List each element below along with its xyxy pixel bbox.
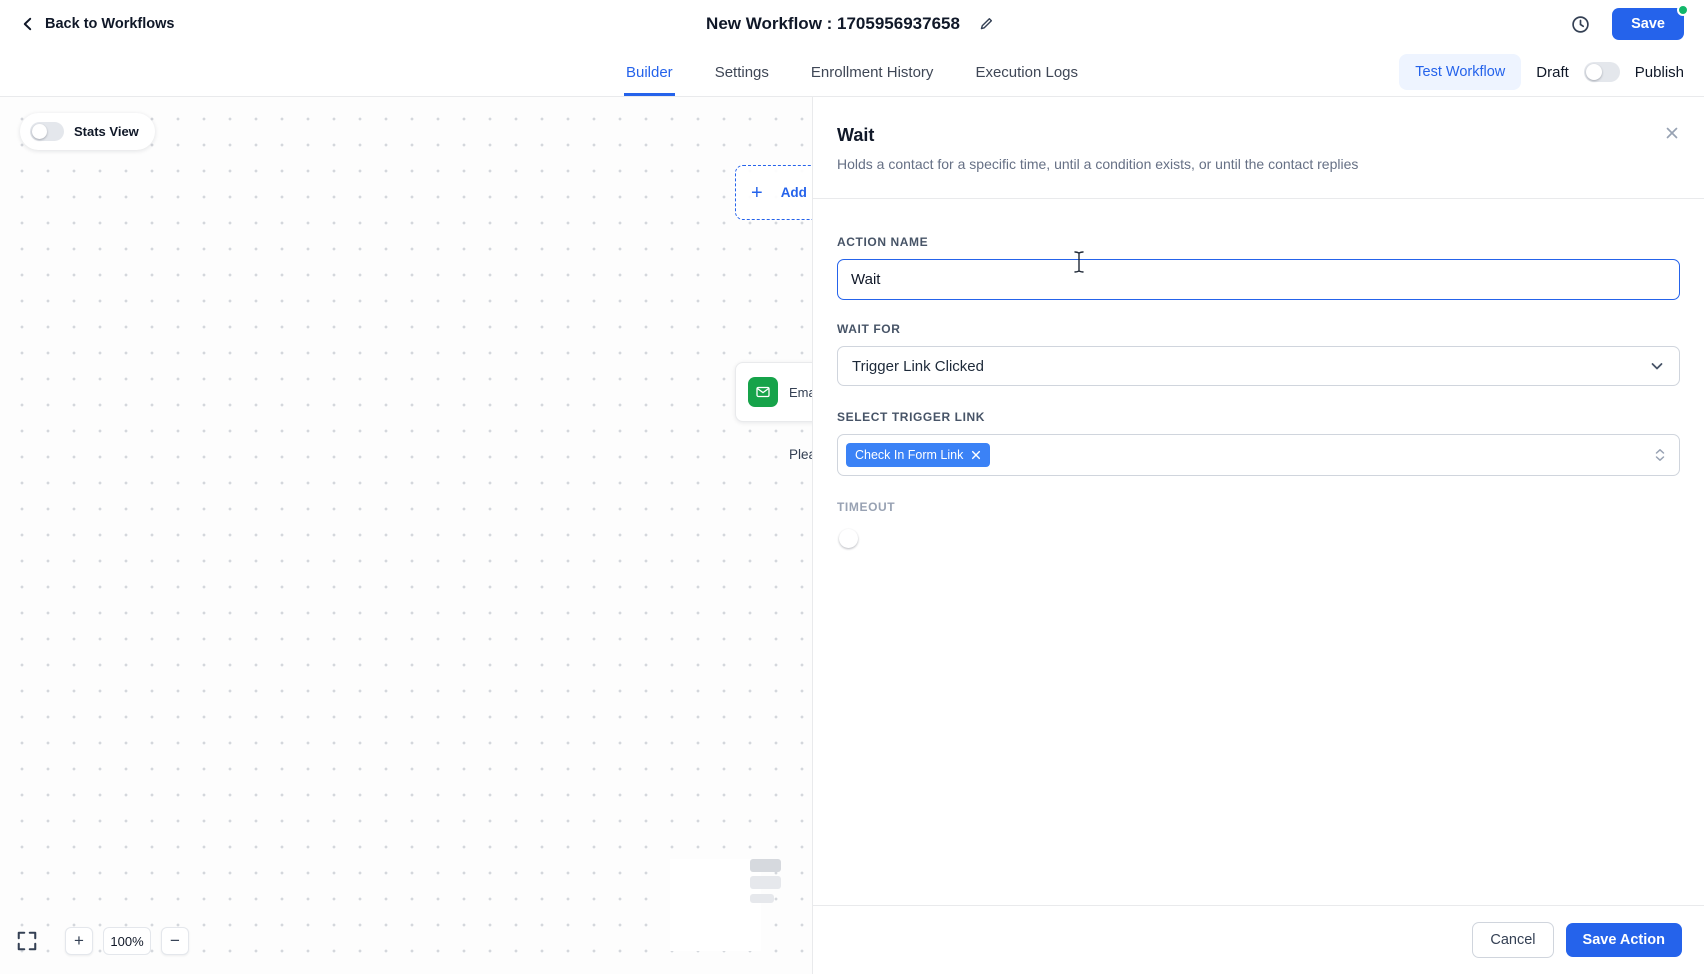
timeout-field: TIMEOUT <box>837 500 1680 514</box>
panel-header: Wait Holds a contact for a specific time… <box>813 97 1704 199</box>
action-name-input[interactable] <box>837 259 1680 300</box>
placeholder-bar <box>750 859 781 872</box>
zoom-level: 100% <box>103 927 151 955</box>
fit-screen-icon <box>16 930 42 952</box>
stats-view-toggle-knob <box>32 124 47 139</box>
panel-description: Holds a contact for a specific time, unt… <box>837 156 1680 172</box>
zoom-in-button[interactable]: + <box>65 927 93 955</box>
email-action-node[interactable]: Ema <box>735 362 812 422</box>
trigger-link-tag-label: Check In Form Link <box>855 448 963 462</box>
tab-enrollment-history[interactable]: Enrollment History <box>809 48 936 96</box>
publish-toggle[interactable] <box>1584 62 1620 82</box>
topbar-left: Back to Workflows <box>20 16 174 32</box>
plus-icon: + <box>751 183 763 203</box>
trigger-link-field: SELECT TRIGGER LINK Check In Form Link <box>837 410 1680 476</box>
workflow-title: New Workflow : 1705956937658 <box>706 14 960 34</box>
wait-for-select[interactable]: Trigger Link Clicked <box>837 346 1680 386</box>
main: Stats View + Add Ema Plea <box>0 97 1704 974</box>
action-name-field: ACTION NAME <box>837 235 1680 300</box>
save-action-button[interactable]: Save Action <box>1566 923 1682 957</box>
panel-title: Wait <box>837 125 1680 146</box>
action-name-label: ACTION NAME <box>837 235 1680 249</box>
chevron-down-icon <box>1649 358 1665 374</box>
node-partial-text: Plea <box>789 447 812 462</box>
save-button[interactable]: Save <box>1612 8 1684 40</box>
placeholder-bar <box>750 876 781 889</box>
panel-body: ACTION NAME WAIT FOR Trigger Link Clicke… <box>813 199 1704 905</box>
close-panel-button[interactable] <box>1662 123 1682 143</box>
stats-view-label: Stats View <box>74 124 139 139</box>
save-button-wrap: Save <box>1612 8 1684 40</box>
chevron-left-icon <box>20 16 36 32</box>
placeholder-bar <box>750 894 774 903</box>
wait-action-panel: Wait Holds a contact for a specific time… <box>812 97 1704 974</box>
trigger-link-multiselect[interactable]: Check In Form Link <box>837 434 1680 476</box>
pencil-icon <box>978 16 994 32</box>
stats-view-toggle[interactable] <box>30 122 64 141</box>
email-node-label: Ema <box>789 385 812 400</box>
workflow-builder-app: Back to Workflows New Workflow : 1705956… <box>0 0 1704 974</box>
fit-to-screen-button[interactable] <box>16 928 42 954</box>
publish-label: Publish <box>1635 64 1684 81</box>
close-icon <box>1664 125 1680 141</box>
wait-for-label: WAIT FOR <box>837 322 1680 336</box>
wait-for-field: WAIT FOR Trigger Link Clicked <box>837 322 1680 386</box>
tab-execution-logs[interactable]: Execution Logs <box>973 48 1080 96</box>
tag-close-icon <box>971 450 981 460</box>
tabbar-right: Test Workflow Draft Publish <box>1399 48 1684 96</box>
select-arrows-icon <box>1653 447 1667 463</box>
zoom-out-button[interactable]: − <box>161 927 189 955</box>
back-label: Back to Workflows <box>45 16 174 32</box>
clock-history-icon <box>1571 15 1590 34</box>
workflow-canvas[interactable]: Stats View + Add Ema Plea <box>0 97 812 974</box>
email-icon <box>748 377 778 407</box>
timeout-label: TIMEOUT <box>837 500 1680 514</box>
test-workflow-button[interactable]: Test Workflow <box>1399 54 1521 90</box>
partial-node-box <box>670 859 761 951</box>
topbar-right: Save <box>1567 8 1684 40</box>
remove-tag-button[interactable] <box>971 450 981 460</box>
timeout-toggle-knob <box>839 529 858 548</box>
back-to-workflows-button[interactable]: Back to Workflows <box>20 16 174 32</box>
edit-title-button[interactable] <box>974 12 998 36</box>
draft-label: Draft <box>1536 64 1569 81</box>
version-history-button[interactable] <box>1567 11 1594 38</box>
topbar: Back to Workflows New Workflow : 1705956… <box>0 0 1704 48</box>
workflow-title-group: New Workflow : 1705956937658 <box>706 12 998 36</box>
stats-view-control: Stats View <box>20 113 155 150</box>
trigger-link-tag: Check In Form Link <box>846 443 990 467</box>
tab-builder[interactable]: Builder <box>624 48 675 96</box>
panel-footer: Cancel Save Action <box>813 905 1704 974</box>
tabbar: Builder Settings Enrollment History Exec… <box>0 48 1704 97</box>
tab-settings[interactable]: Settings <box>713 48 771 96</box>
trigger-link-label: SELECT TRIGGER LINK <box>837 410 1680 424</box>
publish-toggle-knob <box>1586 64 1602 80</box>
add-node-label: Add <box>781 185 807 200</box>
wait-for-selected-value: Trigger Link Clicked <box>852 358 984 375</box>
add-action-node[interactable]: + Add <box>735 165 812 220</box>
unsaved-status-dot <box>1677 4 1689 16</box>
cancel-button[interactable]: Cancel <box>1472 922 1553 958</box>
